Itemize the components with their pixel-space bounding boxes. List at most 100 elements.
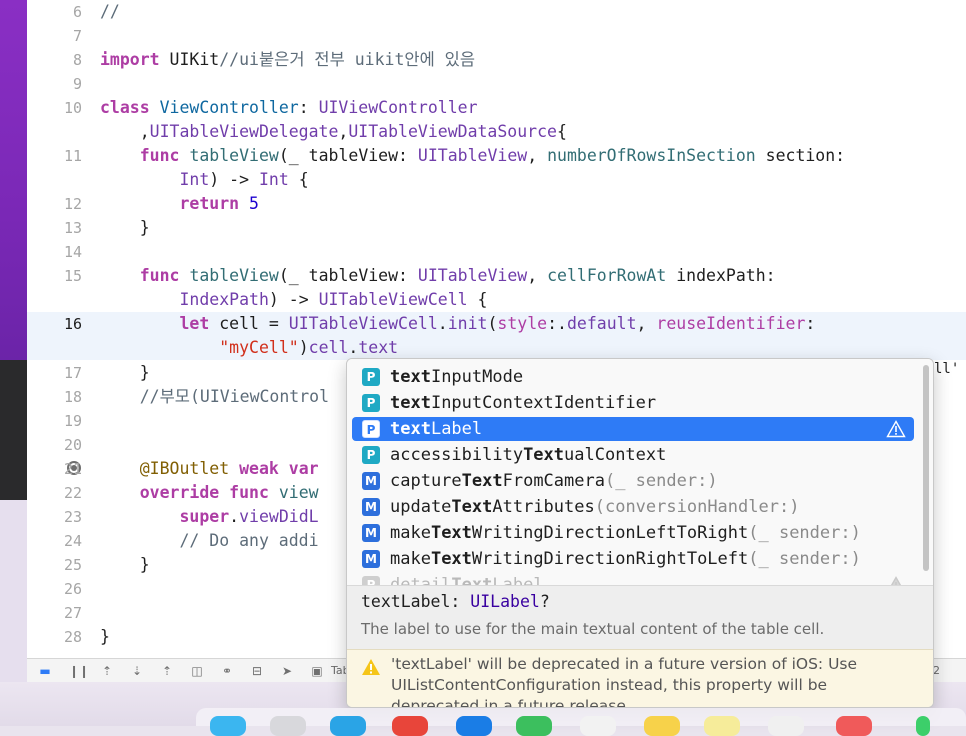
calendar-icon[interactable] [580,716,616,736]
line-number: 22 [63,484,82,502]
code-line[interactable]: 11 func tableView(_ tableView: UITableVi… [27,144,966,168]
code-token: UITableViewCell [288,314,438,333]
code-token: weak [239,459,279,478]
code-token: , [636,314,657,333]
completion-item[interactable]: McaptureTextFromCamera(_ sender:) [352,469,914,493]
code-token: (_ tableView: [278,266,418,285]
code-token: class [100,98,150,117]
code-text[interactable]: override func view [100,481,319,505]
code-token: func [229,483,269,502]
code-line[interactable]: 13 } [27,216,966,240]
pause-icon[interactable]: ❙❙ [69,663,89,679]
code-line[interactable]: 14 [27,240,966,264]
completion-list[interactable]: PtextInputMode PtextInputContextIdentifie… [347,359,933,585]
app-target-icon[interactable]: ▣ [309,663,325,679]
safari-icon[interactable] [330,716,366,736]
code-text[interactable]: super.viewDidL [100,505,318,529]
code-text[interactable]: } [100,625,110,649]
code-text[interactable]: } [100,553,150,577]
code-text[interactable]: import UIKit//ui붙은거 전부 uikit안에 있음 [100,48,475,72]
code-line[interactable]: "myCell")cell.text [27,336,966,360]
notes-icon[interactable] [644,716,680,736]
code-text[interactable]: @IBOutlet weak var [100,457,319,481]
code-token: tableView [189,266,279,285]
code-text[interactable]: let cell = UITableViewCell.init(style:.d… [100,312,815,336]
code-token: tableView [189,146,279,165]
code-text[interactable]: func tableView(_ tableView: UITableView,… [100,144,845,168]
completion-scrollbar[interactable] [923,365,929,571]
code-line[interactable]: Int) -> Int { [27,168,966,192]
code-line[interactable]: 16 let cell = UITableViewCell.init(style… [27,312,966,336]
code-text[interactable]: // Do any addi [100,529,318,553]
code-token: . [229,507,240,526]
deprecation-notice: 'textLabel' will be deprecated in a futu… [347,649,933,707]
code-text[interactable]: } [100,361,150,385]
completion-item[interactable]: PdetailTextLabel [352,573,914,585]
line-number: 13 [63,219,82,237]
code-token: view [278,483,319,502]
console-toggle-icon[interactable]: ▬ [37,663,53,679]
code-line[interactable]: 8 import UIKit//ui붙은거 전부 uikit안에 있음 [27,48,966,72]
code-token: init [447,314,488,333]
code-text[interactable]: // [100,0,120,24]
completion-label-part: WritingDirectionLeftToRight [471,523,749,543]
code-token: (_ tableView: [278,146,418,165]
autocomplete-popup[interactable]: PtextInputMode PtextInputContextIdentifie… [346,358,934,708]
code-text[interactable]: return 5 [100,192,258,216]
completion-item[interactable]: PaccessibilityTextualContext [352,443,914,467]
code-token: , [338,122,349,141]
completion-item[interactable]: PtextInputContextIdentifier [352,391,914,415]
location-icon[interactable]: ➤ [279,663,295,679]
completion-detail: textLabel: UILabel? The label to use for… [347,585,933,649]
chrome-icon[interactable] [392,716,428,736]
line-number: 25 [63,556,82,574]
step-out-icon[interactable]: ⇡ [159,663,175,679]
environment-overrides-icon[interactable]: ⊟ [249,663,265,679]
xcode-icon[interactable] [456,716,492,736]
code-text[interactable]: class ViewController: UIViewController [100,96,478,120]
code-line[interactable]: ,UITableViewDelegate,UITableViewDataSour… [27,120,966,144]
code-token: UITableViewDelegate [149,122,339,141]
completion-item[interactable]: MupdateTextAttributes(conversionHandler:… [352,495,914,519]
completion-item[interactable]: PtextInputMode [352,365,914,389]
code-text[interactable]: //부모(UIViewControl [100,385,329,409]
stickies-icon[interactable] [704,716,740,736]
completion-item[interactable]: MmakeTextWritingDirectionLeftToRight(_ s… [352,521,914,545]
code-text[interactable]: Int) -> Int { [100,168,308,192]
notification-badge-icon[interactable] [836,716,872,736]
code-line[interactable]: 12 return 5 [27,192,966,216]
code-token: super [179,507,230,526]
code-line[interactable]: 9 [27,72,966,96]
memory-graph-icon[interactable]: ⚭ [219,663,235,679]
code-line[interactable]: IndexPath) -> UITableViewCell { [27,288,966,312]
view-hierarchy-icon[interactable]: ◫ [189,663,205,679]
code-text[interactable]: IndexPath) -> UITableViewCell { [100,288,487,312]
facetime-icon[interactable] [916,716,930,736]
completion-item[interactable]: PtextLabel [352,417,914,441]
code-token: cellForRowAt [547,266,667,285]
code-token: } [100,555,150,574]
step-into-icon[interactable]: ⇣ [129,663,145,679]
completion-label: makeTextWritingDirectionRightToLeft(_ se… [390,547,861,571]
line-number: 27 [63,604,82,622]
code-token: { [467,290,488,309]
preview-icon[interactable] [768,716,804,736]
code-line[interactable]: 7 [27,24,966,48]
continue-icon[interactable]: ⇡ [99,663,115,679]
code-text[interactable]: ,UITableViewDelegate,UITableViewDataSour… [100,120,567,144]
messages-icon[interactable] [516,716,552,736]
code-token: UITableView [417,266,528,285]
code-text[interactable]: "myCell")cell.text [100,336,398,360]
code-line[interactable]: 15 func tableView(_ tableView: UITableVi… [27,264,966,288]
code-text[interactable]: } [100,216,150,240]
code-line[interactable]: 6 // [27,0,966,24]
code-text[interactable]: func tableView(_ tableView: UITableView,… [100,264,776,288]
finder-icon[interactable] [210,716,246,736]
launchpad-icon[interactable] [270,716,306,736]
code-line[interactable]: 10 class ViewController: UIViewController [27,96,966,120]
code-token: ( [487,314,498,333]
completion-item[interactable]: MmakeTextWritingDirectionRightToLeft(_ s… [352,547,914,571]
